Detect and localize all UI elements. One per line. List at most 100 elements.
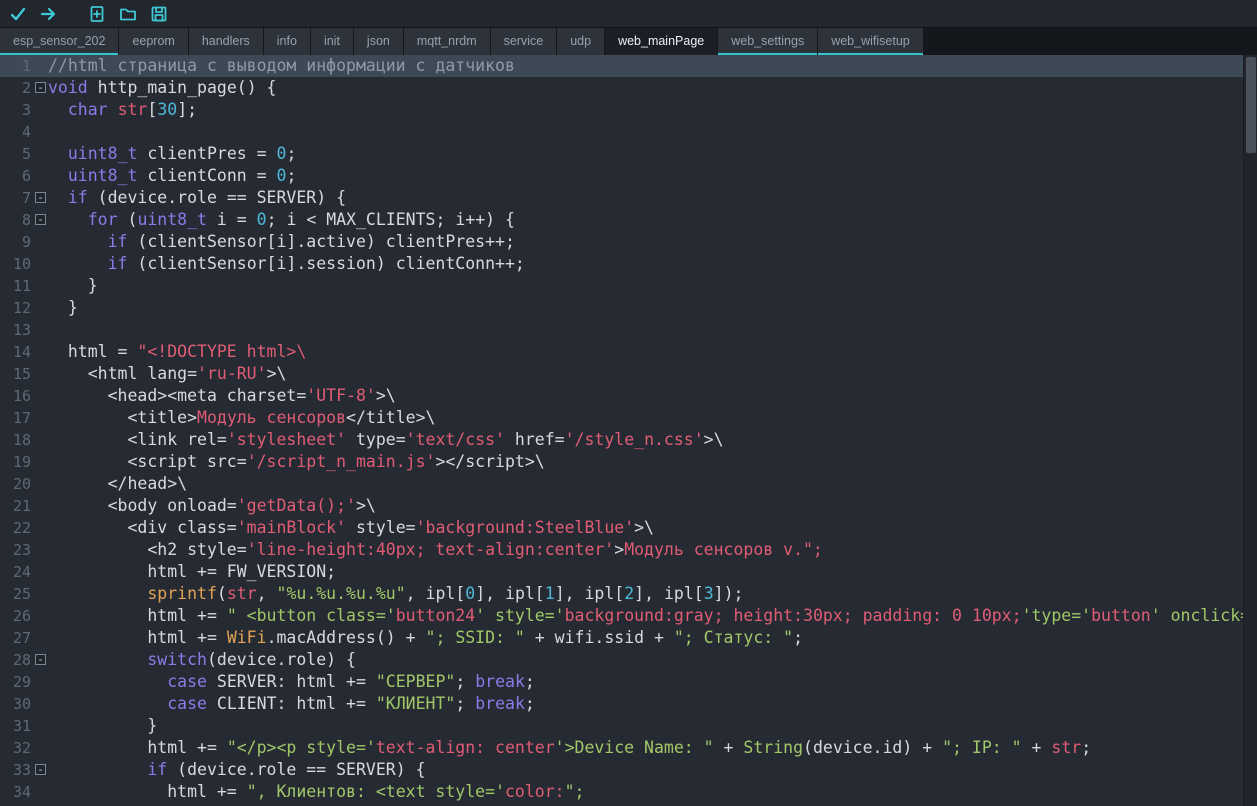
line-number: 33: [12, 761, 31, 779]
code-line-19[interactable]: 19 <script src='/script_n_main.js'></scr…: [0, 451, 1257, 473]
code-line-10[interactable]: 10 if (clientSensor[i].session) clientCo…: [0, 253, 1257, 275]
tab-handlers[interactable]: handlers: [188, 28, 263, 55]
code-line-21[interactable]: 21 <body onload='getData();'>\: [0, 495, 1257, 517]
tab-udp[interactable]: udp: [557, 28, 605, 55]
save-button[interactable]: [148, 3, 170, 25]
line-number: 15: [12, 365, 31, 383]
line-number: 23: [12, 541, 31, 559]
fold-marker-icon[interactable]: -: [31, 759, 48, 781]
code-text: html += " <button class='button24' style…: [48, 606, 1251, 625]
code-line-3[interactable]: 3 char str[30];: [0, 99, 1257, 121]
line-number: 4: [21, 123, 31, 141]
code-line-8[interactable]: 8- for (uint8_t i = 0; i < MAX_CLIENTS; …: [0, 209, 1257, 231]
code-line-24[interactable]: 24 html += FW_VERSION;: [0, 561, 1257, 583]
code-text: <div class='mainBlock' style='background…: [48, 518, 654, 537]
fold-marker-icon[interactable]: -: [31, 77, 48, 99]
code-line-22[interactable]: 22 <div class='mainBlock' style='backgro…: [0, 517, 1257, 539]
code-line-15[interactable]: 15 <html lang='ru-RU'>\: [0, 363, 1257, 385]
code-line-32[interactable]: 32 html += "</p><p style='text-align: ce…: [0, 737, 1257, 759]
code-line-11[interactable]: 11 }: [0, 275, 1257, 297]
tab-service[interactable]: service: [490, 28, 557, 55]
code-text: void http_main_page() {: [48, 78, 277, 97]
code-text: sprintf(str, "%u.%u.%u.%u", ipl[0], ipl[…: [147, 584, 744, 603]
line-number: 13: [12, 321, 31, 339]
line-number: 9: [21, 233, 31, 251]
upload-button[interactable]: [38, 3, 60, 25]
verify-button[interactable]: [7, 3, 29, 25]
line-number: 5: [21, 145, 31, 163]
open-button[interactable]: [117, 3, 139, 25]
line-number: 25: [12, 585, 31, 603]
code-line-14[interactable]: 14 html = "<!DOCTYPE html>\: [0, 341, 1257, 363]
line-number: 20: [12, 475, 31, 493]
code-line-18[interactable]: 18 <link rel='stylesheet' type='text/css…: [0, 429, 1257, 451]
tab-mqtt_nrdm[interactable]: mqtt_nrdm: [403, 28, 490, 55]
line-number: 10: [12, 255, 31, 273]
code-line-30[interactable]: 30 case CLIENT: html += "КЛИЕНТ"; break;: [0, 693, 1257, 715]
code-line-29[interactable]: 29 case SERVER: html += "СЕРВЕР"; break;: [0, 671, 1257, 693]
code-editor[interactable]: 1 //html страница с выводом информации с …: [0, 55, 1257, 806]
code-text: if (device.role == SERVER) {: [67, 188, 347, 207]
code-line-13[interactable]: 13: [0, 319, 1257, 341]
tab-bar: esp_sensor_202 eeprom handlers info init json…: [0, 28, 1257, 55]
code-line-25[interactable]: 25 sprintf(str, "%u.%u.%u.%u", ipl[0], i…: [0, 583, 1257, 605]
tab-web_wifisetup[interactable]: web_wifisetup: [818, 28, 923, 55]
tab-init[interactable]: init: [310, 28, 353, 55]
code-text: case CLIENT: html += "КЛИЕНТ"; break;: [167, 694, 535, 713]
line-number: 30: [12, 695, 31, 713]
line-number: 7: [21, 189, 31, 207]
code-line-23[interactable]: 23 <h2 style='line-height:40px; text-ali…: [0, 539, 1257, 561]
code-line-20[interactable]: 20 </head>\: [0, 473, 1257, 495]
code-line-28[interactable]: 28- switch(device.role) {: [0, 649, 1257, 671]
tab-web_settings[interactable]: web_settings: [718, 28, 818, 55]
code-text: <script src='/script_n_main.js'></script…: [48, 452, 545, 471]
code-line-7[interactable]: 7- if (device.role == SERVER) {: [0, 187, 1257, 209]
code-line-27[interactable]: 27 html += WiFi.macAddress() + "; SSID: …: [0, 627, 1257, 649]
code-line-31[interactable]: 31 }: [0, 715, 1257, 737]
code-line-6[interactable]: 6 uint8_t clientConn = 0;: [0, 165, 1257, 187]
code-line-33[interactable]: 33- if (device.role == SERVER) {: [0, 759, 1257, 781]
tab-info[interactable]: info: [263, 28, 310, 55]
code-line-4[interactable]: 4: [0, 121, 1257, 143]
line-number: 21: [12, 497, 31, 515]
line-number: 12: [12, 299, 31, 317]
line-number: 18: [12, 431, 31, 449]
tab-web_mainPage[interactable]: web_mainPage: [605, 28, 718, 55]
code-line-1[interactable]: 1 //html страница с выводом информации с …: [0, 55, 1257, 77]
code-line-2[interactable]: 2- void http_main_page() {: [0, 77, 1257, 99]
code-line-16[interactable]: 16 <head><meta charset='UTF-8'>\: [0, 385, 1257, 407]
fold-marker-icon[interactable]: -: [31, 209, 48, 231]
code-text: for (uint8_t i = 0; i < MAX_CLIENTS; i++…: [87, 210, 515, 229]
code-line-12[interactable]: 12 }: [0, 297, 1257, 319]
tab-eeprom[interactable]: eeprom: [119, 28, 188, 55]
line-number: 14: [12, 343, 31, 361]
vertical-scrollbar[interactable]: [1243, 55, 1257, 806]
code-line-9[interactable]: 9 if (clientSensor[i].active) clientPres…: [0, 231, 1257, 253]
code-text: <title>Модуль сенсоров</title>\: [48, 408, 436, 427]
arrow-right-icon: [40, 7, 56, 20]
line-number: 11: [12, 277, 31, 295]
code-line-26[interactable]: 26 html += " <button class='button24' st…: [0, 605, 1257, 627]
code-line-5[interactable]: 5 uint8_t clientPres = 0;: [0, 143, 1257, 165]
code-text: if (clientSensor[i].active) clientPres++…: [107, 232, 515, 251]
code-line-17[interactable]: 17 <title>Модуль сенсоров</title>\: [0, 407, 1257, 429]
fold-marker-icon[interactable]: -: [31, 187, 48, 209]
tab-json[interactable]: json: [353, 28, 403, 55]
line-number: 26: [12, 607, 31, 625]
tab-esp_sensor_202[interactable]: esp_sensor_202: [0, 28, 119, 55]
code-text: if (device.role == SERVER) {: [147, 760, 426, 779]
fold-marker-icon[interactable]: -: [31, 649, 48, 671]
new-sketch-button[interactable]: [86, 3, 108, 25]
line-number: 2: [21, 79, 31, 97]
scrollbar-thumb[interactable]: [1246, 57, 1256, 153]
line-number: 22: [12, 519, 31, 537]
code-line-34[interactable]: 34 html += ", Клиентов: <text style='col…: [0, 781, 1257, 803]
